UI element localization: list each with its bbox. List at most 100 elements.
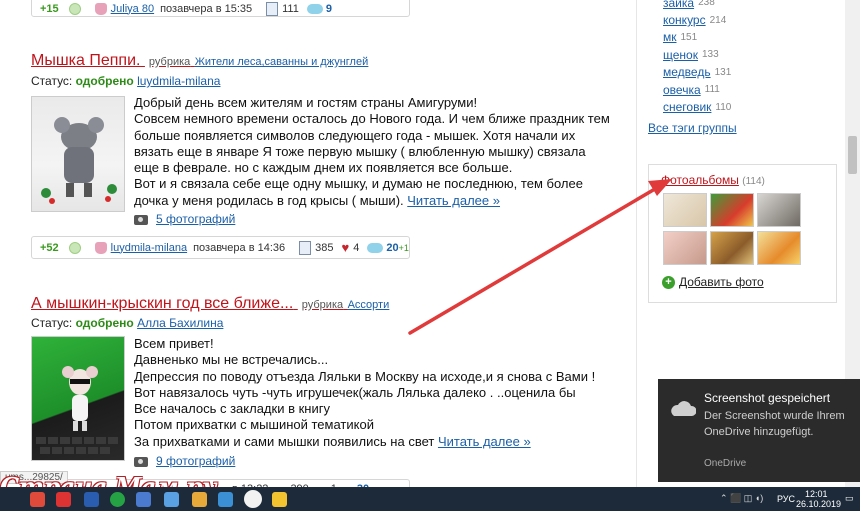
post1-photos-link[interactable]: 5 фотографий: [156, 212, 235, 226]
album-thumb[interactable]: [710, 231, 754, 265]
clock-time[interactable]: 12:01: [805, 489, 828, 499]
post2-photos[interactable]: 9 фотографий: [134, 454, 235, 468]
taskbar-app-icon[interactable]: [84, 492, 99, 507]
text-line: больше появляется символов следующего го…: [134, 127, 576, 143]
comments-icon: [367, 242, 384, 253]
albums-title-link[interactable]: Фотоальбомы: [661, 173, 739, 187]
camera-icon: [134, 214, 148, 225]
text-line: дочка у меня родилась в год крысы ( мыши…: [134, 192, 404, 208]
tag-link[interactable]: снеговик: [663, 100, 711, 114]
album-thumb[interactable]: [663, 193, 707, 227]
plus-icon: +: [662, 276, 675, 290]
comments-count[interactable]: 9: [326, 3, 332, 15]
post1-title[interactable]: Мышка Пеппи. рубрика Жители леса,саванны…: [31, 52, 368, 70]
tag-link[interactable]: щенок: [663, 48, 698, 62]
status-value: одобрено: [75, 316, 134, 330]
windows-taskbar: ⌃ ⬛ ◫ ◖) РУС 12:01 26.10.2019 ▭: [0, 487, 860, 511]
text-line: еще в феврале. но с каждым днем их появл…: [134, 160, 513, 176]
tag-item[interactable]: снеговик 110: [663, 98, 833, 115]
taskbar-app-icon[interactable]: [218, 492, 233, 507]
post1-author-link[interactable]: luydmila-milana: [137, 74, 220, 88]
post-date: позавчера в 14:36: [193, 241, 286, 254]
taskbar-app-icon[interactable]: [136, 492, 151, 507]
tag-item[interactable]: овечка 111: [663, 81, 833, 98]
tag-count: 151: [680, 31, 698, 43]
keyboard-language[interactable]: РУС: [777, 494, 795, 504]
taskbar-app-icon[interactable]: [56, 492, 71, 507]
tag-count: 131: [714, 66, 732, 78]
user-icon: [94, 2, 107, 15]
album-thumb[interactable]: [757, 193, 801, 227]
add-photo-link[interactable]: Добавить фото: [679, 275, 764, 289]
taskbar-app-icon[interactable]: [110, 492, 125, 507]
post2-title-text[interactable]: А мышкин-крыскин год все ближе...: [31, 295, 293, 312]
tag-link[interactable]: медведь: [663, 65, 711, 79]
thumb-up-icon[interactable]: [68, 2, 81, 15]
views-icon: [266, 1, 279, 16]
taskbar-app-icon[interactable]: [272, 492, 287, 507]
taskbar-app-icon[interactable]: [192, 492, 207, 507]
post1-image[interactable]: [31, 96, 125, 212]
views-count: 111: [282, 2, 299, 15]
post2-read-more-link[interactable]: Читать далее »: [438, 434, 531, 449]
comments-count[interactable]: 20: [386, 242, 398, 254]
views-count: 385: [315, 241, 334, 254]
author-link[interactable]: luydmila-milana: [111, 242, 187, 254]
post2-text: Всем привет! Давненько мы не встречались…: [134, 336, 634, 450]
user-icon: [94, 241, 107, 254]
toast-title: Screenshot gespeichert: [704, 391, 831, 405]
tag-link[interactable]: мк: [663, 30, 677, 44]
post2-rubric-link[interactable]: Ассорти: [348, 299, 390, 311]
new-comments-count: +1: [398, 242, 409, 253]
tag-item[interactable]: конкурс 214: [663, 11, 833, 28]
comments-icon: [306, 3, 323, 14]
tray-icons[interactable]: ⌃ ⬛ ◫ ◖): [720, 493, 763, 504]
screenshot-toast-notification[interactable]: Screenshot gespeichert Der Screenshot wu…: [658, 379, 860, 482]
notification-icon[interactable]: ▭: [845, 493, 854, 504]
text-line: Всем привет!: [134, 336, 214, 351]
tag-item[interactable]: медведь 131: [663, 64, 833, 81]
albums-header: Фотоальбомы (114): [661, 173, 765, 187]
tag-link[interactable]: конкурс: [663, 13, 706, 27]
text-line: За прихватками и сами мышки появились на…: [134, 433, 435, 449]
albums-count: (114): [742, 176, 765, 187]
mouse-toy-image: [41, 117, 117, 204]
taskbar-app-icon[interactable]: [244, 490, 262, 508]
post2-status: Статус: одобрено Алла Бахилина: [31, 316, 223, 330]
text-line: Совсем немного времени осталось до Новог…: [134, 111, 610, 127]
post1-title-text[interactable]: Мышка Пеппи.: [31, 52, 140, 69]
scrollbar-thumb[interactable]: [848, 136, 857, 174]
tag-count: 214: [709, 14, 727, 26]
heart-icon[interactable]: ♥: [341, 240, 349, 255]
text-line: Добрый день всем жителям и гостям страны…: [134, 95, 478, 110]
rating-score: +15: [40, 2, 59, 15]
post1-photos[interactable]: 5 фотографий: [134, 212, 235, 226]
tag-item[interactable]: зайка 238: [663, 0, 833, 11]
tag-count: 238: [698, 0, 715, 9]
toast-body: Der Screenshot wurde Ihrem OneDrive hinz…: [704, 410, 845, 438]
post2-image[interactable]: [31, 336, 125, 461]
add-photo-button[interactable]: + Добавить фото: [662, 275, 764, 290]
mouse-on-keyboard-image: [36, 366, 118, 454]
clock-date[interactable]: 26.10.2019: [796, 499, 841, 509]
post2-title[interactable]: А мышкин-крыскин год все ближе... рубрик…: [31, 295, 389, 313]
text-line: Вот и я связала себе еще одну мышку, и д…: [134, 176, 583, 192]
tag-link[interactable]: овечка: [663, 83, 701, 97]
taskbar-app-icon[interactable]: [164, 492, 179, 507]
post1-read-more-link[interactable]: Читать далее »: [407, 193, 500, 208]
all-tags-link[interactable]: Все тэги группы: [648, 121, 737, 135]
album-thumb[interactable]: [757, 231, 801, 265]
album-thumb[interactable]: [710, 193, 754, 227]
post2-author-link[interactable]: Алла Бахилина: [137, 316, 223, 330]
post1-rubric-link[interactable]: Жители леса,саванны и джунглей: [195, 56, 369, 68]
tag-link[interactable]: зайка: [663, 0, 694, 10]
column-divider: [636, 0, 637, 487]
tag-item[interactable]: щенок 133: [663, 46, 833, 63]
thumb-up-icon[interactable]: [68, 241, 81, 254]
album-thumb[interactable]: [663, 231, 707, 265]
taskbar-app-icon[interactable]: [30, 492, 45, 507]
post2-photos-link[interactable]: 9 фотографий: [156, 454, 235, 468]
status-label: Статус:: [31, 316, 73, 330]
tag-item[interactable]: мк 151: [663, 29, 833, 46]
author-link[interactable]: Juliya 80: [111, 3, 154, 15]
